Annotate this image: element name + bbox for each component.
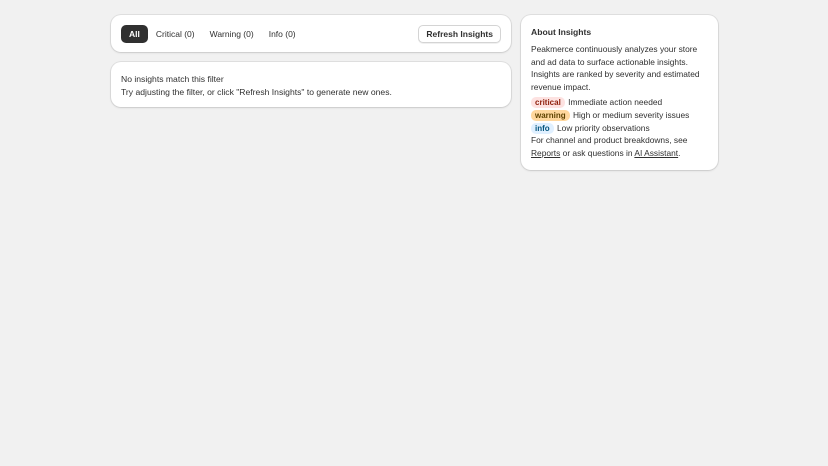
filter-bar: All Critical (0) Warning (0) Info (0) Re…	[111, 15, 511, 52]
legend-row-critical: critical Immediate action needed	[531, 96, 708, 109]
empty-state-title: No insights match this filter	[121, 74, 224, 84]
footer-middle: or ask questions in	[562, 147, 633, 158]
critical-badge: critical	[531, 97, 565, 109]
about-footer: For channel and product breakdowns, see …	[531, 134, 708, 159]
empty-state-card: No insights match this filter Try adjust…	[111, 62, 511, 107]
footer-prefix: For channel and product breakdowns, see	[531, 135, 688, 146]
info-description: Low priority observations	[557, 122, 650, 133]
severity-legend: critical Immediate action needed warning…	[531, 96, 708, 134]
tab-critical[interactable]: Critical (0)	[149, 25, 202, 43]
tab-info[interactable]: Info (0)	[262, 25, 303, 43]
warning-description: High or medium severity issues	[573, 109, 690, 120]
filter-tabs: All Critical (0) Warning (0) Info (0)	[121, 25, 304, 43]
legend-row-warning: warning High or medium severity issues	[531, 109, 708, 122]
ai-assistant-link[interactable]: AI Assistant	[634, 148, 678, 158]
footer-suffix: .	[678, 147, 681, 158]
about-title: About Insights	[531, 27, 592, 37]
about-description: Peakmerce continuously analyzes your sto…	[531, 44, 700, 92]
tab-all[interactable]: All	[121, 25, 148, 43]
legend-row-info: info Low priority observations	[531, 122, 708, 135]
about-insights-card: About Insights Peakmerce continuously an…	[521, 15, 718, 170]
critical-description: Immediate action needed	[568, 97, 663, 108]
tab-warning[interactable]: Warning (0)	[203, 25, 261, 43]
info-badge: info	[531, 122, 554, 134]
refresh-insights-button[interactable]: Refresh Insights	[418, 25, 501, 43]
reports-link[interactable]: Reports	[531, 148, 560, 158]
empty-state-hint: Try adjusting the filter, or click "Refr…	[121, 87, 392, 97]
warning-badge: warning	[531, 109, 570, 121]
